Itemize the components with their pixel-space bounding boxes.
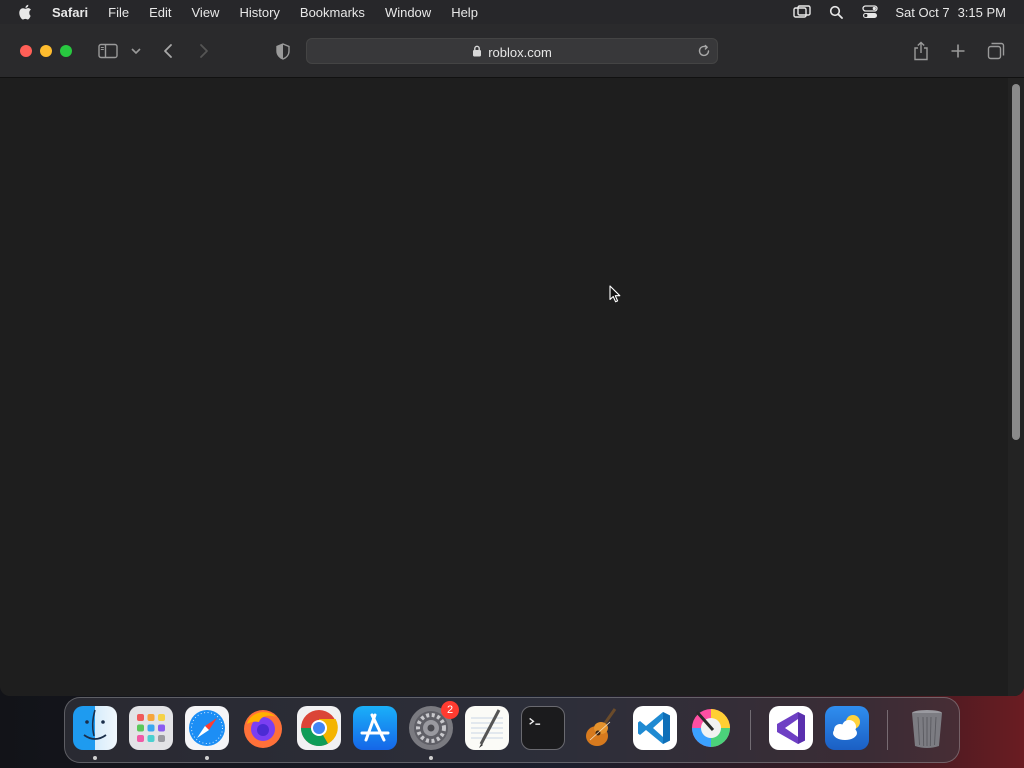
scrollbar-thumb[interactable] [1012, 84, 1020, 440]
menu-window[interactable]: Window [385, 5, 431, 20]
menu-view[interactable]: View [192, 5, 220, 20]
scrollbar[interactable] [1008, 78, 1024, 696]
dock-vscode-icon[interactable] [633, 706, 677, 750]
dock-trash-icon[interactable] [905, 706, 949, 750]
dock-terminal-icon[interactable] [521, 706, 565, 750]
new-tab-icon[interactable] [949, 40, 967, 62]
close-button[interactable] [20, 45, 32, 57]
control-center-icon[interactable] [861, 4, 879, 20]
menubar-date: Sat Oct 7 [895, 4, 950, 20]
apple-logo-icon[interactable] [18, 4, 34, 20]
dock-firefox-icon[interactable] [241, 706, 285, 750]
safari-toolbar: roblox.com [0, 24, 1024, 78]
dock-garageband-icon[interactable] [577, 706, 621, 750]
mouse-cursor-icon [609, 285, 621, 303]
menu-bar: Safari File Edit View History Bookmarks … [0, 0, 1024, 24]
status-area: Sat Oct 7 3:15 PM [793, 0, 1024, 24]
menu-safari[interactable]: Safari [52, 5, 88, 20]
lock-icon [472, 45, 482, 60]
screen-mirroring-icon[interactable] [793, 4, 812, 20]
dock-running-dot [205, 756, 209, 760]
address-bar[interactable]: roblox.com [306, 38, 718, 64]
web-content[interactable] [0, 78, 1024, 696]
dock-safari-icon[interactable] [185, 706, 229, 750]
menu-file[interactable]: File [108, 5, 129, 20]
dock-pixelmator-icon[interactable] [689, 706, 733, 750]
reload-icon[interactable] [697, 44, 711, 58]
forward-icon[interactable] [196, 40, 212, 62]
privacy-shield-icon[interactable] [274, 40, 292, 62]
address-url-text: roblox.com [488, 44, 552, 60]
dock-textedit-icon[interactable] [465, 706, 509, 750]
menubar-time: 3:15 PM [957, 4, 1006, 20]
dock-running-dot [93, 756, 97, 760]
safari-window: roblox.com [0, 24, 1024, 696]
minimize-button[interactable] [40, 45, 52, 57]
dock-running-dot [429, 756, 433, 760]
dock [64, 697, 960, 763]
menu-history[interactable]: History [239, 5, 279, 20]
spotlight-search-icon[interactable] [827, 4, 845, 20]
address-url-area[interactable]: roblox.com [307, 39, 717, 65]
chevron-down-icon[interactable] [130, 40, 142, 62]
dock-chrome-icon[interactable] [297, 706, 341, 750]
sidebar-icon[interactable] [97, 40, 119, 62]
menu-edit[interactable]: Edit [149, 5, 171, 20]
dock-separator [887, 710, 888, 750]
dock-weather-icon[interactable] [825, 706, 869, 750]
dock-visual-studio-icon[interactable] [769, 706, 813, 750]
menu-help[interactable]: Help [451, 5, 478, 20]
maximize-button[interactable] [60, 45, 72, 57]
dock-app-store-icon[interactable] [353, 706, 397, 750]
menubar-clock[interactable]: Sat Oct 7 3:15 PM [895, 5, 1006, 20]
notification-badge: 2 [441, 701, 459, 719]
desktop: Safari File Edit View History Bookmarks … [0, 0, 1024, 768]
dock-finder-icon[interactable] [73, 706, 117, 750]
menu-bookmarks[interactable]: Bookmarks [300, 5, 365, 20]
dock-launchpad-icon[interactable] [129, 706, 173, 750]
dock-separator [750, 710, 751, 750]
tab-overview-icon[interactable] [986, 40, 1006, 62]
share-icon[interactable] [912, 40, 930, 62]
back-icon[interactable] [160, 40, 176, 62]
